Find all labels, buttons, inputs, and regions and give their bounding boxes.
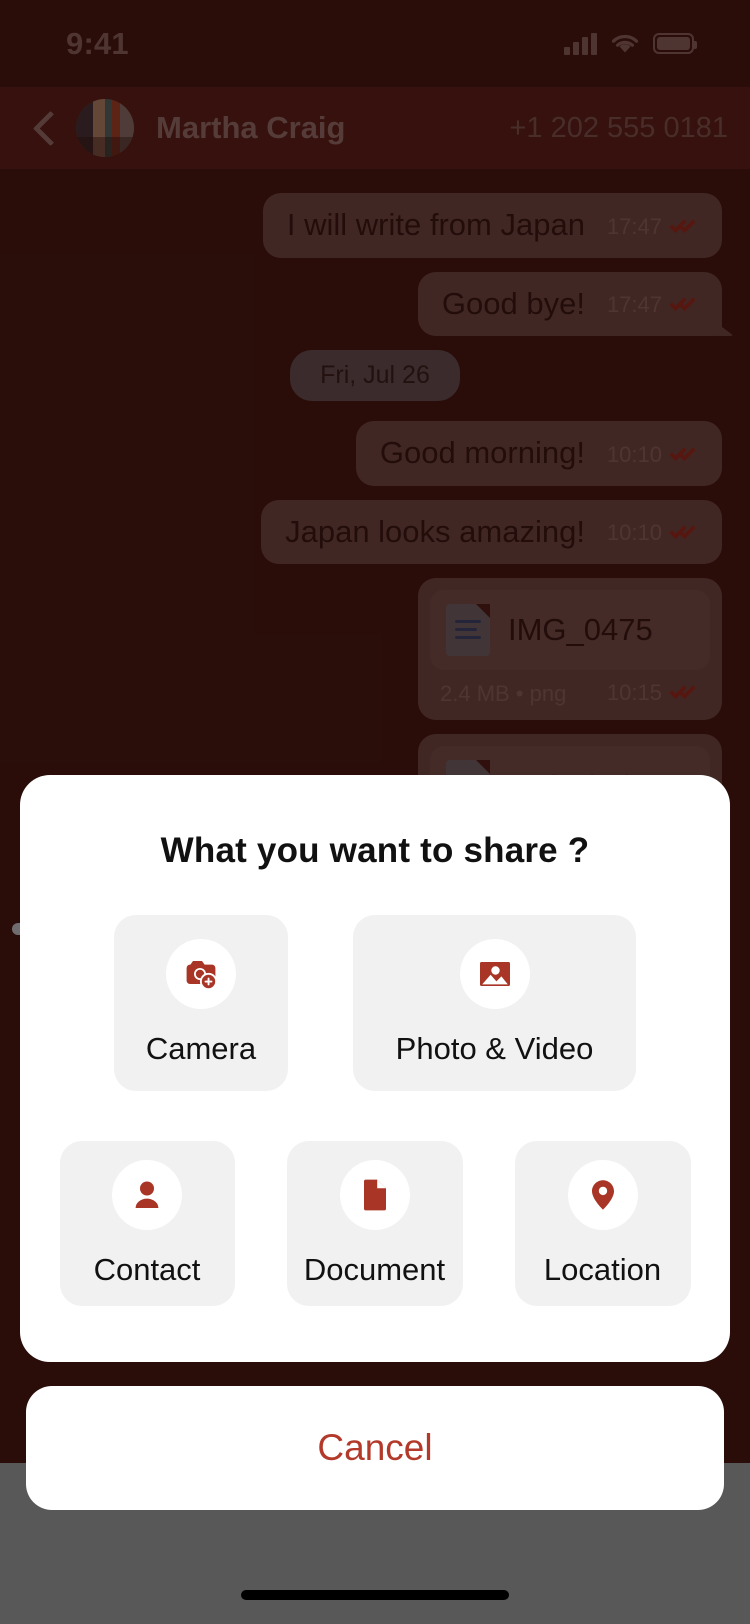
file-card-meta-row: 2.4 MB • png 10:15 xyxy=(430,670,710,710)
phone-screen: 9:41 Martha Craig +1 202 555 0181 I will… xyxy=(0,0,750,1624)
message-time: 10:15 xyxy=(606,680,662,706)
photo-image-icon xyxy=(459,939,530,1009)
message-meta: 10:10 xyxy=(607,442,700,470)
document-icon xyxy=(339,1159,410,1230)
double-check-icon xyxy=(669,443,700,465)
chat-header: Martha Craig +1 202 555 0181 xyxy=(0,87,750,169)
share-option-document[interactable]: Document xyxy=(286,1141,463,1306)
double-check-icon xyxy=(669,521,700,543)
message-bubble[interactable]: Japan looks amazing! 10:10 xyxy=(261,499,722,565)
file-name: IMG_0475 xyxy=(508,612,653,648)
message-row: I will write from Japan 17:47 xyxy=(28,193,722,258)
message-row: IMG_0475 2.4 MB • png 10:15 xyxy=(28,578,722,721)
status-bar-icons xyxy=(564,32,697,55)
share-option-label: Photo & Video xyxy=(395,1031,594,1066)
share-options-row-two: Contact Document Location xyxy=(20,1141,730,1306)
home-indicator[interactable] xyxy=(241,1590,509,1600)
share-option-label: Location xyxy=(543,1251,662,1287)
share-sheet-title: What you want to share ? xyxy=(160,831,590,870)
share-option-photo-video[interactable]: Photo & Video xyxy=(353,915,636,1091)
status-bar-time: 9:41 xyxy=(66,25,129,61)
message-text: Japan looks amazing! xyxy=(285,513,585,549)
message-text: Good bye! xyxy=(441,285,585,321)
message-bubble[interactable]: Good morning! 10:10 xyxy=(355,421,722,486)
message-meta: 10:15 xyxy=(607,680,700,708)
message-text: Good morning! xyxy=(379,435,585,471)
file-size: 2.4 MB • png xyxy=(440,681,567,707)
status-bar: 9:41 xyxy=(0,0,750,87)
contact-name: Martha Craig xyxy=(156,110,346,145)
message-time: 10:10 xyxy=(606,441,662,467)
wifi-icon xyxy=(611,34,639,52)
share-option-location[interactable]: Location xyxy=(514,1141,691,1306)
share-option-label: Document xyxy=(303,1251,446,1287)
camera-add-icon xyxy=(166,939,236,1009)
double-check-icon xyxy=(669,215,700,237)
document-file-icon xyxy=(446,604,490,657)
message-time: 10:10 xyxy=(606,520,662,546)
message-row: Good morning! 10:10 xyxy=(28,421,722,486)
file-message-card[interactable]: IMG_0475 2.4 MB • png 10:15 xyxy=(418,578,722,721)
message-row: Good bye! 17:47 xyxy=(28,271,735,337)
back-chevron-icon[interactable] xyxy=(24,106,68,150)
message-bubble[interactable]: Good bye! 17:47 xyxy=(417,271,735,337)
message-time: 17:47 xyxy=(606,213,662,239)
message-meta: 10:10 xyxy=(607,520,700,548)
message-bubble[interactable]: I will write from Japan 17:47 xyxy=(262,193,722,258)
share-sheet: What you want to share ? Camera Photo & … xyxy=(20,775,730,1362)
file-card-inner: IMG_0475 xyxy=(430,590,710,671)
message-meta: 17:47 xyxy=(607,292,700,320)
message-row: Japan looks amazing! 10:10 xyxy=(28,499,722,565)
contact-phone: +1 202 555 0181 xyxy=(509,111,728,144)
date-separator-row: Fri, Jul 26 xyxy=(28,350,722,402)
share-option-camera[interactable]: Camera xyxy=(114,915,288,1091)
cancel-button[interactable]: Cancel xyxy=(26,1386,724,1510)
share-option-label: Camera xyxy=(145,1031,257,1066)
date-chip: Fri, Jul 26 xyxy=(290,350,460,402)
signal-bars-icon xyxy=(564,32,597,55)
share-option-contact[interactable]: Contact xyxy=(59,1141,235,1306)
location-pin-icon xyxy=(567,1159,638,1230)
cancel-button-label: Cancel xyxy=(317,1427,433,1468)
person-icon xyxy=(112,1159,182,1230)
avatar[interactable] xyxy=(76,99,134,157)
share-options-row-one: Camera Photo & Video xyxy=(20,915,730,1091)
double-check-icon xyxy=(669,293,700,315)
double-check-icon xyxy=(669,681,700,703)
message-meta: 17:47 xyxy=(607,214,700,242)
message-text: I will write from Japan xyxy=(286,207,585,242)
share-option-label: Contact xyxy=(93,1251,201,1287)
battery-icon xyxy=(653,33,697,54)
message-time: 17:47 xyxy=(606,292,662,318)
